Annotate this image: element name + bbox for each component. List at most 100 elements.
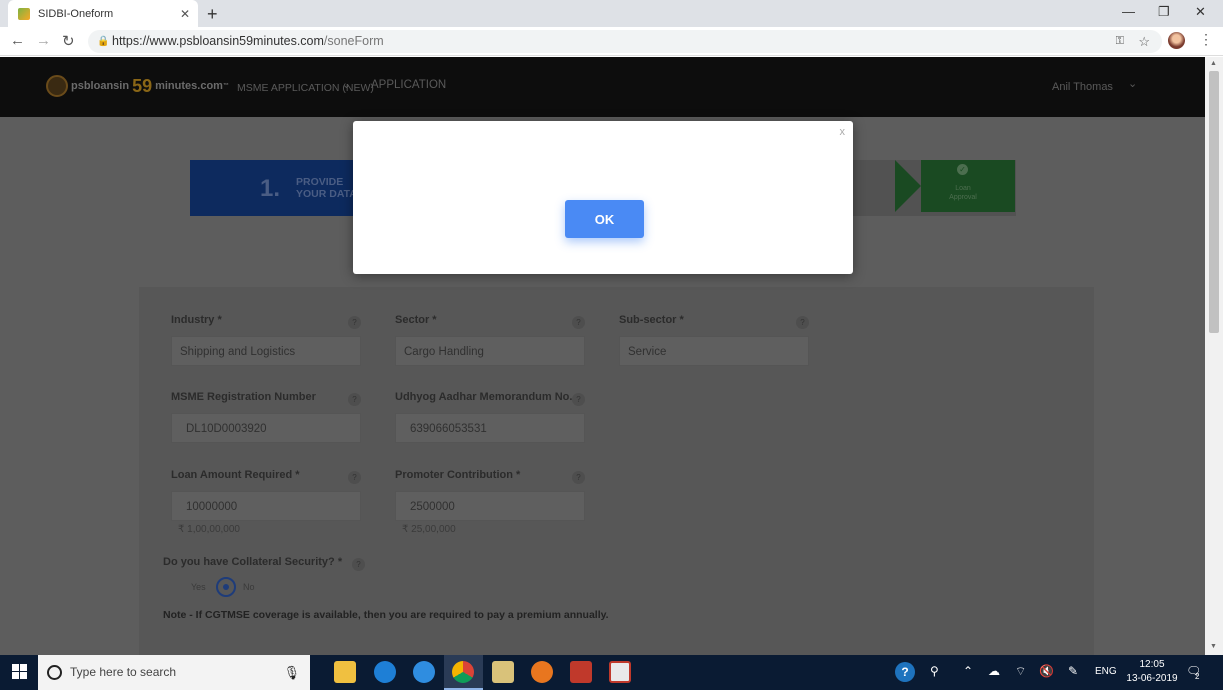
site-logo[interactable]: psbloansin 59 minutes.com ™ bbox=[46, 75, 229, 97]
chrome-icon[interactable] bbox=[452, 661, 474, 683]
logo-text-2: minutes.com bbox=[155, 80, 223, 92]
promoter-contribution-help-icon[interactable]: ? bbox=[572, 471, 585, 484]
step-provide-data: 1. PROVIDE YOUR DATA bbox=[190, 160, 360, 216]
loan-amount-formatted: ₹ 1,00,00,000 bbox=[178, 524, 240, 535]
microphone-icon[interactable]: 🎙 bbox=[283, 655, 300, 690]
edge-icon[interactable] bbox=[374, 661, 396, 683]
browser-tab-strip: SIDBI-Oneform ✕ + — ❐ ✕ bbox=[0, 0, 1223, 27]
industry-field[interactable]: Shipping and Logistics bbox=[171, 336, 361, 366]
logo-text-1: psbloansin bbox=[71, 80, 130, 92]
onedrive-icon[interactable]: ☁ bbox=[988, 664, 1000, 678]
application-form: Industry * ? Shipping and Logistics Sect… bbox=[139, 287, 1094, 655]
firefox-icon[interactable] bbox=[531, 661, 553, 683]
internet-explorer-icon[interactable] bbox=[413, 661, 435, 683]
udhyog-aadhar-label: Udhyog Aadhar Memorandum No. bbox=[395, 391, 573, 403]
loan-amount-help-icon[interactable]: ? bbox=[348, 471, 361, 484]
chevron-down-icon: ⌄ bbox=[342, 79, 351, 91]
step-label-line2: YOUR DATA bbox=[296, 188, 357, 200]
alert-modal: x OK bbox=[353, 121, 853, 274]
language-indicator[interactable]: ENG bbox=[1095, 666, 1117, 677]
sector-help-icon[interactable]: ? bbox=[572, 316, 585, 329]
pdf-reader-icon[interactable] bbox=[609, 661, 631, 683]
outlook-icon[interactable] bbox=[492, 661, 514, 683]
key-icon[interactable]: ⚿ bbox=[1116, 30, 1124, 53]
scroll-down-arrow-icon[interactable]: ▼ bbox=[1210, 643, 1217, 650]
bookmark-star-icon[interactable]: ☆ bbox=[1138, 30, 1150, 53]
close-tab-icon[interactable]: ✕ bbox=[180, 7, 190, 21]
clock-date: 13-06-2019 bbox=[1126, 673, 1178, 684]
address-bar[interactable]: 🔒 https://www.psbloansin59minutes.com/so… bbox=[88, 30, 1162, 53]
logo-emblem-icon bbox=[46, 75, 68, 97]
tab-title: SIDBI-Oneform bbox=[38, 7, 114, 20]
radio-no[interactable] bbox=[216, 577, 236, 597]
forward-arrow-icon[interactable]: → bbox=[36, 32, 51, 49]
msme-registration-label: MSME Registration Number bbox=[171, 391, 316, 403]
udhyog-aadhar-input[interactable]: 639066053531 bbox=[395, 413, 585, 443]
taskbar-clock[interactable]: 12:05 13-06-2019 bbox=[1124, 658, 1180, 686]
msme-registration-input[interactable]: DL10D0003920 bbox=[171, 413, 361, 443]
msme-registration-help-icon[interactable]: ? bbox=[348, 393, 361, 406]
browser-menu-icon[interactable]: ⋮ bbox=[1199, 31, 1213, 48]
industry-help-icon[interactable]: ? bbox=[348, 316, 361, 329]
step-loan-approval: ✓ Loan Approval bbox=[895, 160, 1015, 212]
search-placeholder: Type here to search bbox=[70, 665, 177, 679]
scroll-up-arrow-icon[interactable]: ▲ bbox=[1210, 60, 1217, 67]
logo-text-59: 59 bbox=[132, 75, 153, 96]
subsector-help-icon[interactable]: ? bbox=[796, 316, 809, 329]
step-number: 1. bbox=[260, 175, 281, 202]
user-name[interactable]: Anil Thomas bbox=[1052, 81, 1113, 93]
subsector-field[interactable]: Service bbox=[619, 336, 809, 366]
cgtmse-note: Note - If CGTMSE coverage is available, … bbox=[163, 609, 609, 621]
step-approval-line1: Loan bbox=[955, 185, 971, 192]
profile-avatar[interactable] bbox=[1168, 32, 1185, 49]
wifi-icon[interactable]: ⌔ bbox=[1015, 664, 1026, 679]
windows-start-icon[interactable] bbox=[12, 664, 28, 680]
notification-count-badge: 2 bbox=[1195, 672, 1200, 681]
step-label: PROVIDE YOUR DATA bbox=[296, 176, 357, 200]
minimize-window-button[interactable]: — bbox=[1122, 4, 1135, 19]
restore-window-button[interactable]: ❐ bbox=[1158, 4, 1170, 20]
scrollbar-thumb[interactable] bbox=[1209, 71, 1219, 333]
promoter-contribution-input[interactable]: 2500000 bbox=[395, 491, 585, 521]
ok-button[interactable]: OK bbox=[565, 200, 644, 238]
show-hidden-icons-chevron-icon[interactable]: ⌃ bbox=[963, 664, 973, 678]
udhyog-aadhar-help-icon[interactable]: ? bbox=[572, 393, 585, 406]
loan-amount-input[interactable]: 10000000 bbox=[171, 491, 361, 521]
lock-icon: 🔒 bbox=[97, 36, 110, 47]
back-arrow-icon[interactable]: ← bbox=[10, 32, 25, 49]
people-icon[interactable]: ⚲ bbox=[930, 664, 939, 678]
logo-trademark: ™ bbox=[222, 83, 229, 89]
radio-yes-label[interactable]: Yes bbox=[191, 582, 206, 592]
nav-application[interactable]: APPLICATION bbox=[371, 79, 446, 91]
sector-field[interactable]: Cargo Handling bbox=[395, 336, 585, 366]
help-icon[interactable]: ? bbox=[895, 662, 915, 682]
speaker-muted-icon[interactable]: 🔇 bbox=[1039, 664, 1054, 678]
step-approval-line2: Approval bbox=[949, 194, 977, 201]
modal-close-button[interactable]: x bbox=[840, 126, 846, 138]
nav-msme-application[interactable]: MSME APPLICATION (NEW) bbox=[237, 82, 374, 94]
page-scrollbar[interactable]: ▲ ▼ bbox=[1205, 57, 1223, 655]
collateral-help-icon[interactable]: ? bbox=[352, 558, 365, 571]
new-tab-button[interactable]: + bbox=[207, 4, 218, 25]
browser-tab[interactable]: SIDBI-Oneform ✕ bbox=[8, 0, 198, 27]
start-logo-pane bbox=[20, 664, 27, 671]
step-approval-label: Loan Approval bbox=[935, 184, 991, 202]
step-chevron-shape bbox=[895, 160, 921, 212]
loan-amount-label: Loan Amount Required * bbox=[171, 469, 300, 481]
site-header: psbloansin 59 minutes.com ™ MSME APPLICA… bbox=[0, 57, 1205, 117]
user-menu-chevron-icon[interactable]: ⌄ bbox=[1128, 77, 1137, 90]
radio-selected-dot bbox=[223, 584, 229, 590]
pen-icon[interactable]: ✎ bbox=[1068, 664, 1078, 678]
app-icon[interactable] bbox=[570, 661, 592, 683]
start-logo-pane bbox=[12, 672, 19, 679]
close-window-button[interactable]: ✕ bbox=[1195, 4, 1206, 20]
cortana-circle-icon bbox=[47, 665, 62, 680]
step-label-line1: PROVIDE bbox=[296, 176, 344, 188]
radio-no-label[interactable]: No bbox=[243, 582, 255, 592]
start-logo-pane bbox=[20, 672, 27, 679]
reload-icon[interactable]: ↻ bbox=[62, 32, 75, 50]
clock-time: 12:05 bbox=[1139, 659, 1165, 670]
subsector-label: Sub-sector * bbox=[619, 314, 684, 326]
file-explorer-icon[interactable] bbox=[334, 661, 356, 683]
taskbar-search-input[interactable]: Type here to search 🎙 bbox=[38, 655, 310, 690]
